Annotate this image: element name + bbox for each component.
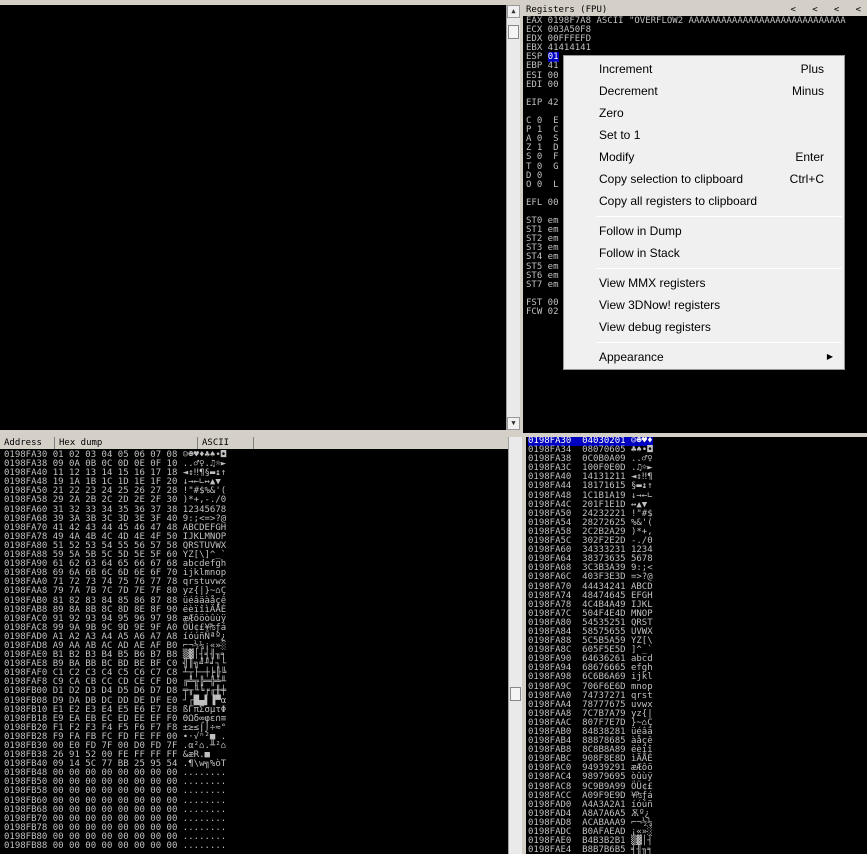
menu-shortcut: Minus xyxy=(791,84,824,98)
scroll-thumb[interactable] xyxy=(508,25,519,39)
menu-shortcut: Plus xyxy=(800,62,824,76)
menu-label: Follow in Stack xyxy=(599,246,680,260)
menu-label: Set to 1 xyxy=(599,128,641,142)
registers-title: Registers (FPU) xyxy=(526,5,608,15)
registers-nav-arrows[interactable]: < < < < xyxy=(791,5,861,16)
menu-label: Follow in Dump xyxy=(599,224,682,238)
register-context-menu: Increment Plus Decrement Minus Zero Set to… xyxy=(563,55,845,370)
menu-item-follow-in-dump[interactable]: Follow in Dump xyxy=(565,220,843,242)
menu-item-copy-selection[interactable]: Copy selection to clipboard Ctrl+C xyxy=(565,168,843,190)
submenu-arrow-icon: ▶ xyxy=(826,352,833,361)
disassembly-scrollbar[interactable]: ▲ ▼ xyxy=(506,5,520,430)
menu-item-appearance[interactable]: Appearance ▶ xyxy=(565,346,843,368)
column-address[interactable]: Address xyxy=(0,437,55,449)
menu-label: Decrement xyxy=(599,84,658,98)
menu-label: View MMX registers xyxy=(599,276,706,290)
menu-label: Increment xyxy=(599,62,653,76)
menu-item-increment[interactable]: Increment Plus xyxy=(565,58,843,80)
dump-row[interactable]: 0198FB88 00 00 00 00 00 00 00 00 .......… xyxy=(4,841,226,851)
menu-item-zero[interactable]: Zero xyxy=(565,102,843,124)
column-ascii[interactable]: ASCII xyxy=(198,437,254,449)
menu-item-view-3dnow[interactable]: View 3DNow! registers xyxy=(565,294,843,316)
menu-label: Modify xyxy=(599,150,635,164)
dump-scrollbar[interactable] xyxy=(508,437,522,854)
scroll-up-arrow-icon[interactable]: ▲ xyxy=(507,5,520,18)
menu-item-copy-all-registers[interactable]: Copy all registers to clipboard xyxy=(565,190,843,212)
dump-column-header: Address Hex dump ASCII xyxy=(0,437,508,449)
hex-dump-pane[interactable]: Address Hex dump ASCII 0198FA30 01 02 03… xyxy=(0,437,508,854)
column-hex-dump[interactable]: Hex dump xyxy=(55,437,198,449)
menu-label: View debug registers xyxy=(599,320,711,334)
menu-label: Copy selection to clipboard xyxy=(599,172,744,186)
menu-item-view-mmx[interactable]: View MMX registers xyxy=(565,272,843,294)
menu-item-follow-in-stack[interactable]: Follow in Stack xyxy=(565,242,843,264)
menu-shortcut: Enter xyxy=(795,150,824,164)
menu-shortcut: Ctrl+C xyxy=(789,172,824,186)
menu-label: View 3DNow! registers xyxy=(599,298,721,312)
menu-item-view-debug-registers[interactable]: View debug registers xyxy=(565,316,843,338)
register-line[interactable]: EBX 41414141 xyxy=(526,44,846,53)
menu-label: Copy all registers to clipboard xyxy=(599,194,758,208)
stack-pane[interactable]: 0198FA30 04030201 ☺☻♥♦ 0198FA34 08070605 … xyxy=(526,437,867,854)
menu-separator xyxy=(596,342,842,343)
stack-rows: 0198FA30 04030201 ☺☻♥♦ 0198FA34 08070605 … xyxy=(528,437,653,854)
disassembly-pane[interactable] xyxy=(0,5,506,430)
menu-label: Appearance xyxy=(599,350,664,364)
stack-row[interactable]: 0198FAE4 B8B7B6B5 ╡╢╖╕ xyxy=(528,846,653,854)
menu-item-set-to-1[interactable]: Set to 1 xyxy=(565,124,843,146)
scroll-down-arrow-icon[interactable]: ▼ xyxy=(507,417,520,430)
registers-header[interactable]: Registers (FPU) < < < < xyxy=(523,5,867,16)
menu-item-modify[interactable]: Modify Enter xyxy=(565,146,843,168)
menu-item-decrement[interactable]: Decrement Minus xyxy=(565,80,843,102)
menu-label: Zero xyxy=(599,106,624,120)
menu-separator xyxy=(596,216,842,217)
dump-rows: 0198FA30 01 02 03 04 05 06 07 08 ☺☻♥♦♣♠•… xyxy=(4,450,226,851)
menu-separator xyxy=(596,268,842,269)
scroll-thumb[interactable] xyxy=(510,687,521,701)
